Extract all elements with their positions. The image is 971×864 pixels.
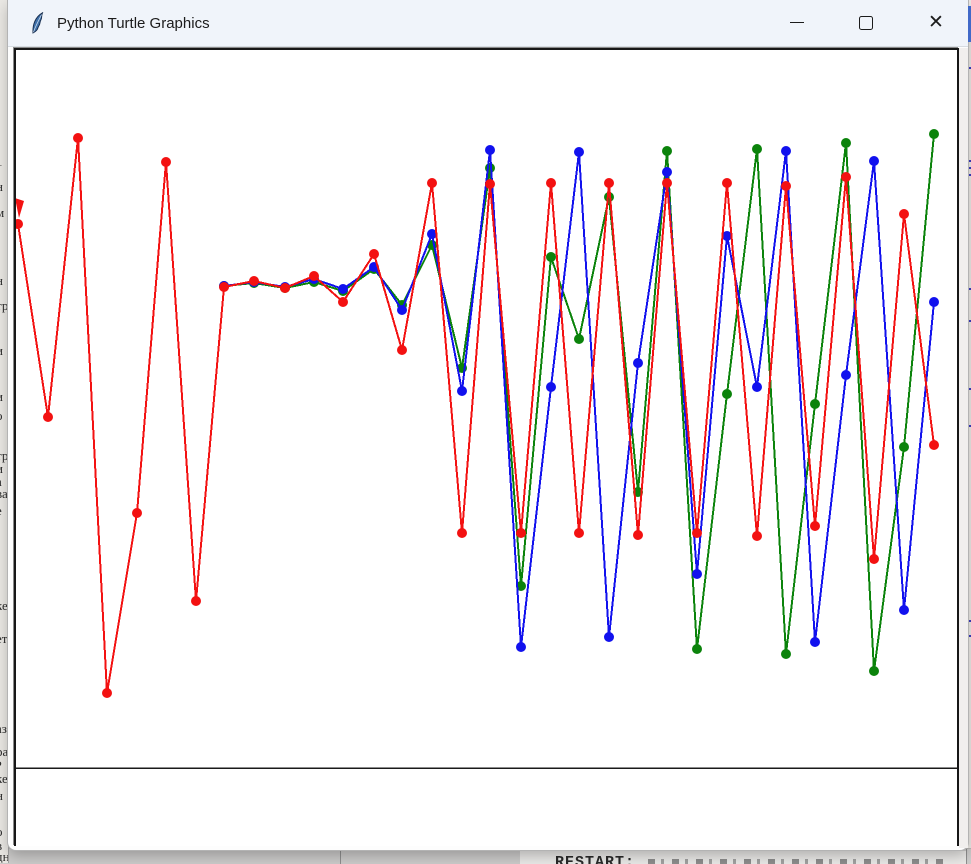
- turtle-drawing: [16, 50, 957, 846]
- green-point: [574, 334, 584, 344]
- red-point: [722, 178, 732, 188]
- red-point: [841, 172, 851, 182]
- blue-point: [397, 305, 407, 315]
- red-point: [73, 133, 83, 143]
- red-point: [457, 528, 467, 538]
- close-icon: ✕: [928, 13, 944, 32]
- blue-point: [899, 605, 909, 615]
- red-series-line: [18, 138, 934, 693]
- red-point: [191, 596, 201, 606]
- blue-point: [574, 147, 584, 157]
- green-point: [722, 389, 732, 399]
- red-point: [161, 157, 171, 167]
- red-point: [516, 528, 526, 538]
- red-point: [309, 271, 319, 281]
- red-point: [604, 178, 614, 188]
- green-point: [929, 129, 939, 139]
- green-point: [810, 399, 820, 409]
- red-point: [16, 219, 23, 229]
- green-point: [692, 644, 702, 654]
- blue-point: [338, 284, 348, 294]
- red-turtle-cursor: [16, 198, 24, 218]
- blue-point: [457, 386, 467, 396]
- close-button[interactable]: ✕: [921, 0, 951, 45]
- divider: [340, 849, 341, 864]
- maximize-icon: [859, 16, 873, 30]
- red-point: [692, 528, 702, 538]
- red-point: [899, 209, 909, 219]
- red-point: [810, 521, 820, 531]
- green-point: [752, 144, 762, 154]
- red-point: [102, 688, 112, 698]
- blue-point: [929, 297, 939, 307]
- blue-point: [752, 382, 762, 392]
- titlebar[interactable]: Python Turtle Graphics ✕: [8, 0, 968, 47]
- blue-point: [692, 569, 702, 579]
- red-point: [574, 528, 584, 538]
- green-point: [899, 442, 909, 452]
- green-point: [869, 666, 879, 676]
- green-point: [662, 146, 672, 156]
- background-console-strip: RESTART:: [0, 848, 971, 864]
- green-point: [841, 138, 851, 148]
- clipped-text: [648, 859, 948, 864]
- minimize-icon: [790, 22, 804, 23]
- blue-point: [869, 156, 879, 166]
- red-point: [132, 508, 142, 518]
- window-title: Python Turtle Graphics: [57, 15, 210, 32]
- canvas-gutter: [959, 48, 968, 848]
- blue-point: [662, 167, 672, 177]
- blue-point: [781, 146, 791, 156]
- red-point: [280, 283, 290, 293]
- red-point: [219, 282, 229, 292]
- background-text-fragment: дн: [0, 850, 9, 863]
- red-point: [781, 181, 791, 191]
- red-point: [869, 554, 879, 564]
- red-point: [633, 530, 643, 540]
- maximize-button[interactable]: [851, 0, 881, 45]
- blue-point: [810, 637, 820, 647]
- shell-restart-line: RESTART:: [520, 851, 966, 864]
- tk-feather-icon: [30, 12, 46, 34]
- red-point: [43, 412, 53, 422]
- red-point: [662, 178, 672, 188]
- red-point: [249, 276, 259, 286]
- red-point: [369, 249, 379, 259]
- green-series-line: [224, 134, 934, 671]
- red-point: [338, 297, 348, 307]
- red-point: [485, 179, 495, 189]
- blue-point: [546, 382, 556, 392]
- divider: [966, 849, 967, 864]
- minimize-button[interactable]: [782, 0, 812, 45]
- blue-series-line: [224, 150, 934, 647]
- blue-point: [604, 632, 614, 642]
- red-point: [546, 178, 556, 188]
- turtle-graphics-window: Python Turtle Graphics ✕: [8, 0, 968, 850]
- red-point: [397, 345, 407, 355]
- blue-point: [841, 370, 851, 380]
- red-point: [752, 531, 762, 541]
- red-point: [427, 178, 437, 188]
- green-point: [781, 649, 791, 659]
- green-point: [546, 252, 556, 262]
- blue-point: [516, 642, 526, 652]
- blue-point: [633, 358, 643, 368]
- turtle-canvas[interactable]: [14, 48, 959, 846]
- blue-point: [485, 145, 495, 155]
- red-point: [929, 440, 939, 450]
